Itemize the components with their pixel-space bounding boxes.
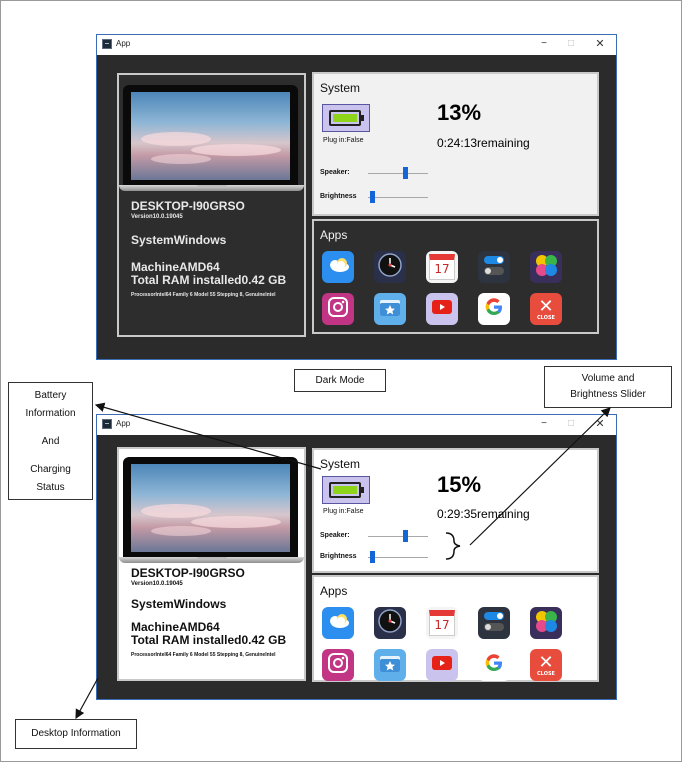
slider-arrow [469, 407, 611, 546]
slider-brace [445, 532, 461, 560]
annotation-arrows [75, 402, 611, 720]
battery-arrow [94, 402, 322, 470]
desktop-arrow [75, 677, 99, 720]
